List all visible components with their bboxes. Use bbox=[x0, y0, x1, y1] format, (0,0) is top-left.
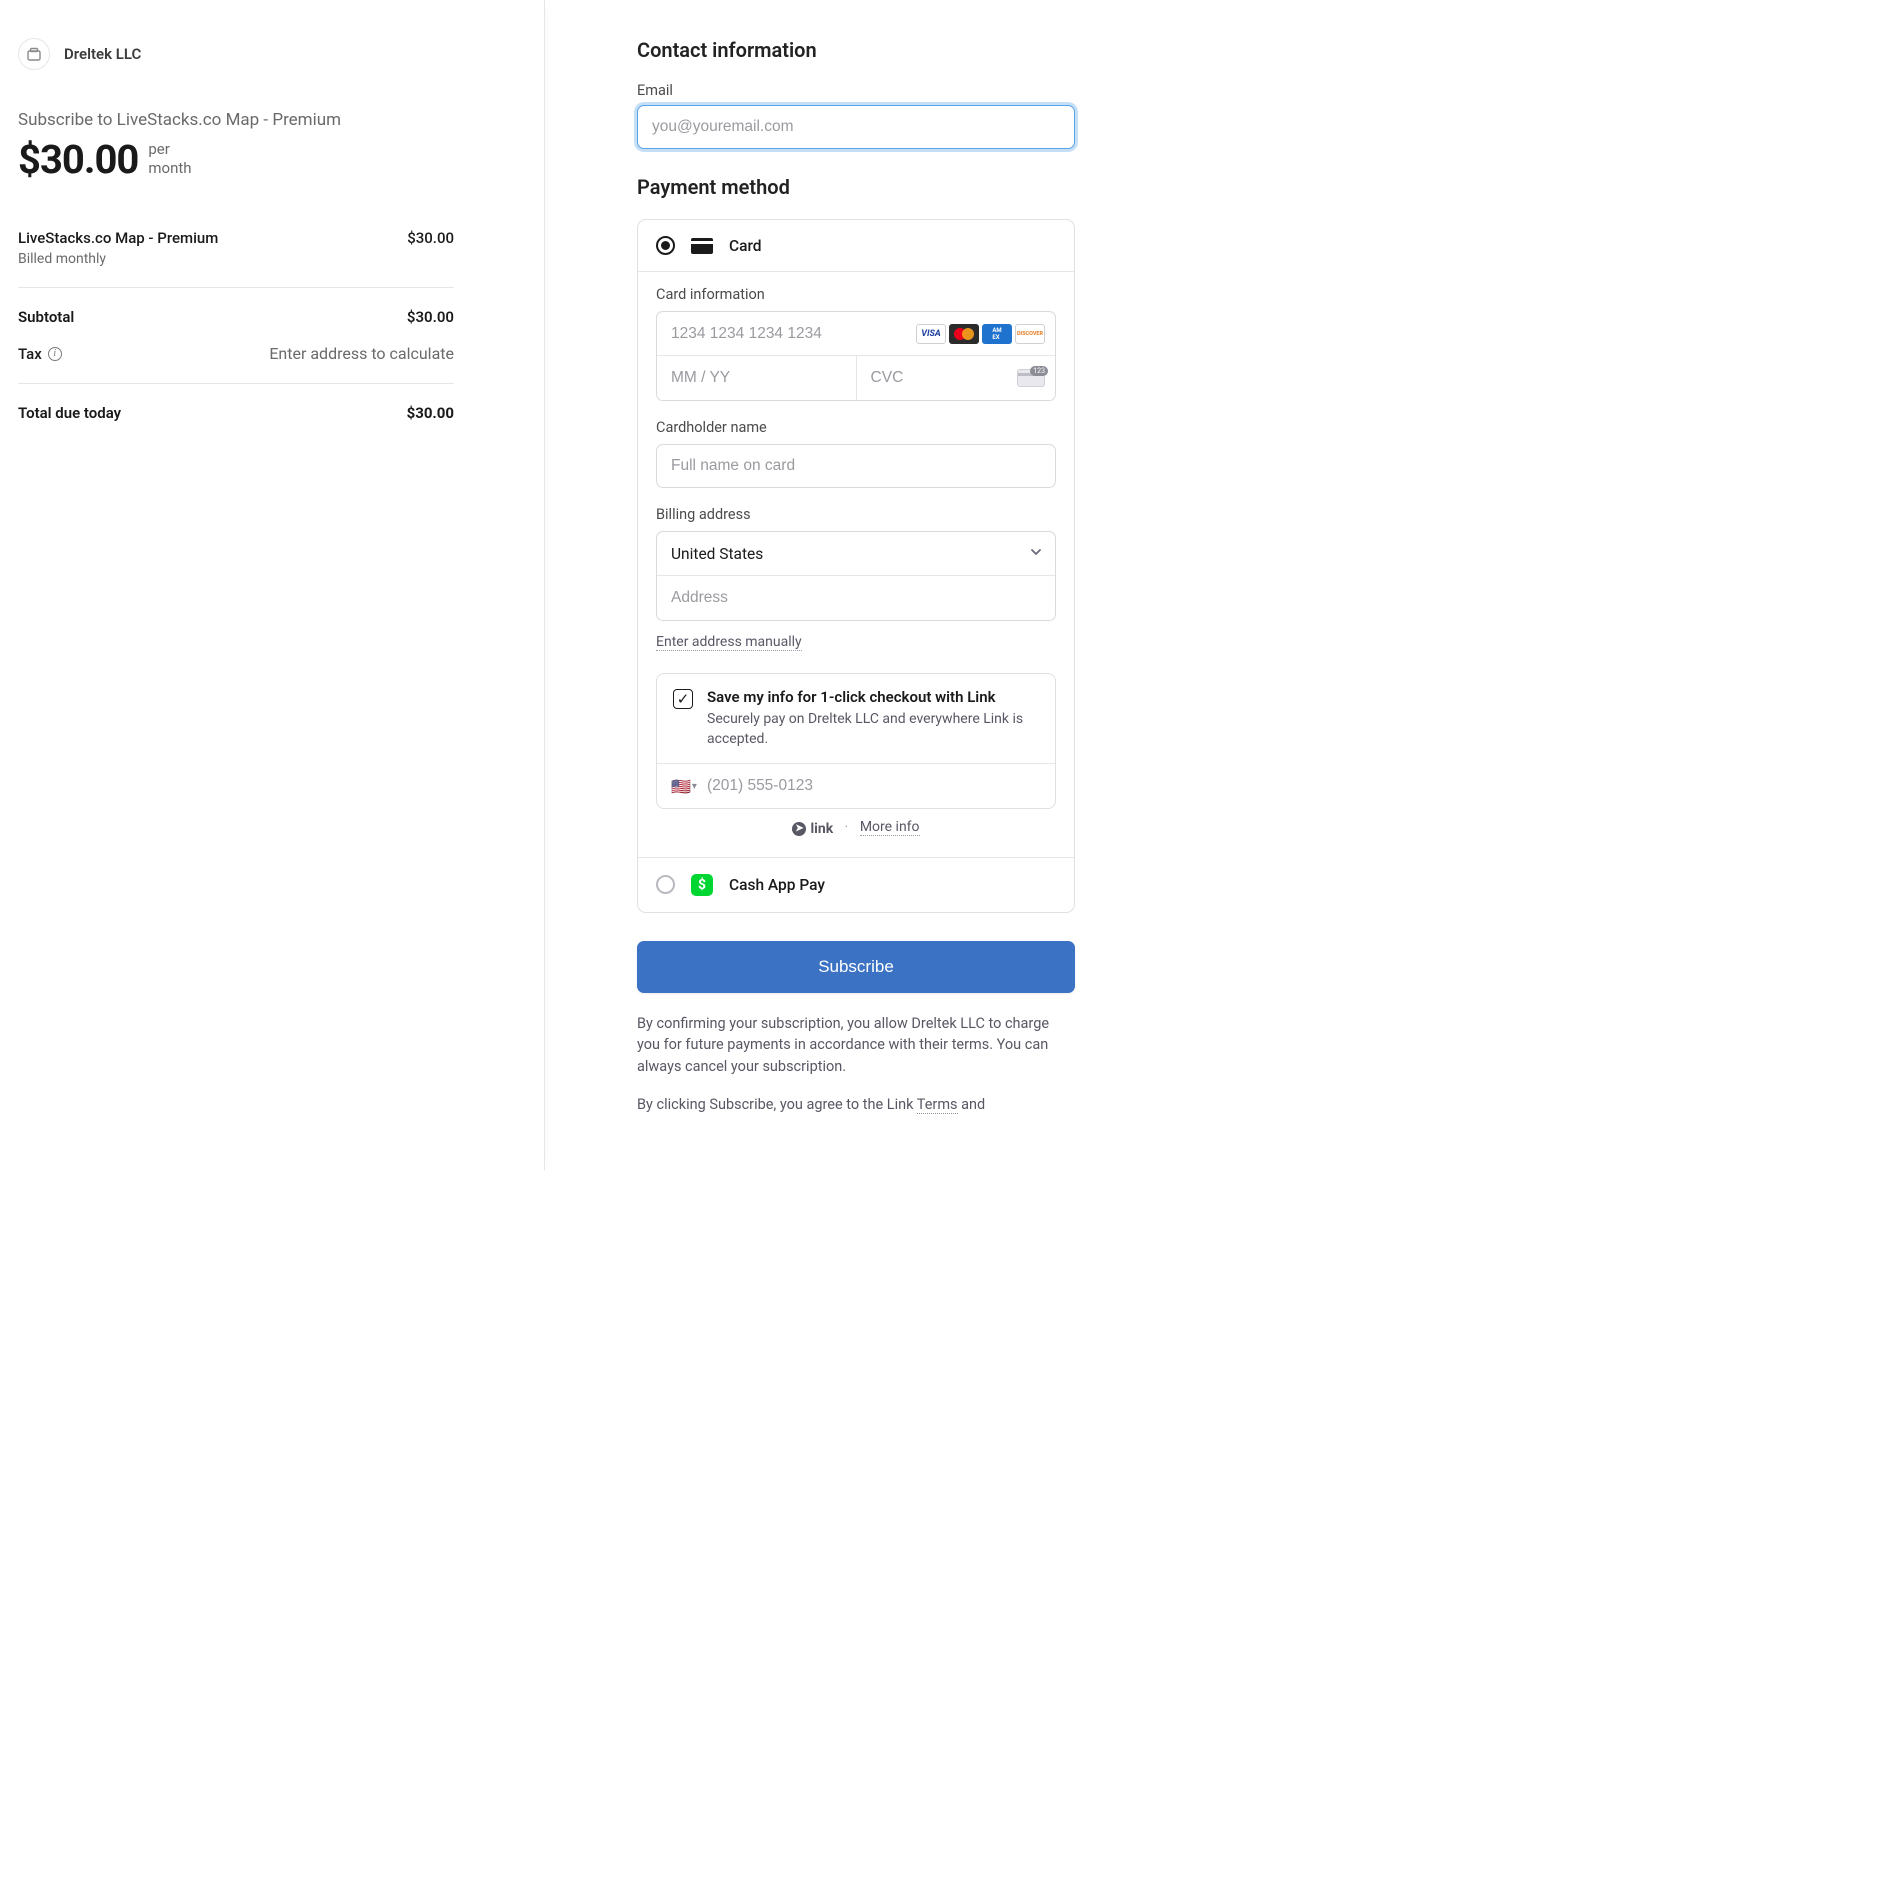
mastercard-icon bbox=[949, 324, 979, 344]
total-label: Total due today bbox=[18, 404, 121, 422]
address-input[interactable] bbox=[657, 576, 1055, 620]
card-number-input[interactable] bbox=[671, 312, 916, 355]
legal-text-2: By clicking Subscribe, you agree to the … bbox=[637, 1094, 1075, 1116]
info-icon[interactable]: i bbox=[48, 347, 62, 361]
email-input[interactable] bbox=[637, 105, 1075, 149]
cvc-icon bbox=[1017, 369, 1045, 387]
tax-label: Tax i bbox=[18, 345, 62, 363]
discover-icon: DISCOVER bbox=[1015, 324, 1045, 344]
line-item-amount: $30.00 bbox=[407, 229, 454, 247]
payment-methods: Card Card information VISA AMEX DISCOVER bbox=[637, 219, 1075, 913]
divider bbox=[18, 287, 454, 288]
email-label: Email bbox=[637, 82, 1075, 99]
total-value: $30.00 bbox=[407, 404, 454, 422]
payment-option-cashapp[interactable]: $ Cash App Pay bbox=[638, 857, 1074, 912]
price-frequency: per month bbox=[148, 136, 191, 178]
legal-text-1: By confirming your subscription, you all… bbox=[637, 1013, 1075, 1078]
radio-unselected-icon bbox=[656, 875, 675, 894]
cardholder-name-input[interactable] bbox=[656, 444, 1056, 488]
merchant-name: Dreltek LLC bbox=[64, 45, 141, 63]
phone-country-select[interactable]: 🇺🇸▾ bbox=[671, 777, 697, 796]
country-value: United States bbox=[671, 545, 763, 563]
country-select[interactable]: United States bbox=[657, 532, 1055, 576]
order-summary-panel: Dreltek LLC Subscribe to LiveStacks.co M… bbox=[0, 0, 545, 1170]
check-icon: ✓ bbox=[677, 692, 690, 707]
card-info-label: Card information bbox=[656, 286, 1056, 303]
card-form: Card information VISA AMEX DISCOVER bbox=[638, 272, 1074, 857]
billing-address-label: Billing address bbox=[656, 506, 1056, 523]
subtotal-value: $30.00 bbox=[407, 308, 454, 326]
phone-input[interactable] bbox=[707, 777, 1041, 795]
payment-option-cashapp-label: Cash App Pay bbox=[729, 876, 825, 894]
line-item-subtext: Billed monthly bbox=[18, 251, 454, 267]
payment-option-card[interactable]: Card bbox=[638, 220, 1074, 272]
save-info-checkbox[interactable]: ✓ bbox=[673, 689, 693, 709]
chevron-down-icon bbox=[1029, 544, 1043, 563]
merchant-logo-icon bbox=[18, 38, 50, 70]
save-info-description: Securely pay on Dreltek LLC and everywhe… bbox=[707, 710, 1039, 749]
merchant-header: Dreltek LLC bbox=[18, 38, 454, 70]
payment-option-card-label: Card bbox=[729, 237, 762, 255]
terms-link[interactable]: Terms bbox=[917, 1096, 958, 1114]
subtotal-label: Subtotal bbox=[18, 308, 74, 326]
card-icon bbox=[691, 238, 713, 254]
save-info-title: Save my info for 1-click checkout with L… bbox=[707, 688, 1039, 706]
visa-icon: VISA bbox=[916, 324, 946, 344]
payment-heading: Payment method bbox=[637, 175, 1075, 199]
link-logo-icon: ➤link bbox=[792, 821, 833, 837]
card-brand-icons: VISA AMEX DISCOVER bbox=[916, 324, 1045, 344]
line-item-name: LiveStacks.co Map - Premium bbox=[18, 229, 218, 247]
amex-icon: AMEX bbox=[982, 324, 1012, 344]
divider bbox=[18, 383, 454, 384]
checkout-form-panel: Contact information Email Payment method… bbox=[545, 0, 1093, 1170]
subscribe-product-line: Subscribe to LiveStacks.co Map - Premium bbox=[18, 110, 454, 130]
card-expiry-input[interactable] bbox=[657, 356, 856, 400]
contact-heading: Contact information bbox=[637, 38, 1075, 62]
enter-address-manually-link[interactable]: Enter address manually bbox=[656, 634, 802, 651]
link-save-box: ✓ Save my info for 1-click checkout with… bbox=[656, 673, 1056, 809]
cardholder-label: Cardholder name bbox=[656, 419, 1056, 436]
link-footer: ➤link · More info bbox=[656, 819, 1056, 837]
tax-value: Enter address to calculate bbox=[269, 344, 454, 363]
link-more-info[interactable]: More info bbox=[860, 819, 920, 836]
radio-selected-icon bbox=[656, 236, 675, 255]
subscribe-button[interactable]: Subscribe bbox=[637, 941, 1075, 993]
price-amount: $30.00 bbox=[18, 136, 138, 183]
cashapp-icon: $ bbox=[691, 874, 713, 896]
